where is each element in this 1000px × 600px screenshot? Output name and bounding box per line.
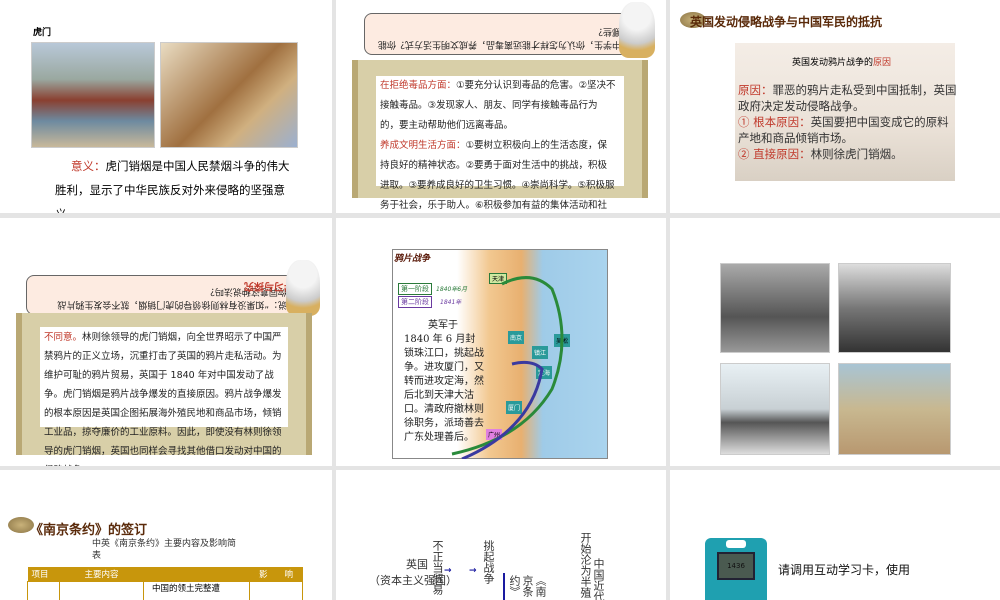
node-unfair-trade: 不正当贸易 xyxy=(431,540,444,595)
treaty-table: 项目 主要内容 影 响 中国的领土完整遭 xyxy=(27,567,303,600)
arrow-icon: → xyxy=(469,566,477,576)
drug-label: 在拒绝毒品方面： xyxy=(380,80,457,91)
photo-burning-opium-painting xyxy=(160,42,298,148)
node-britain: 英国 xyxy=(406,558,428,571)
col-content: 主要内容 xyxy=(84,569,119,580)
slide-heading: 英国发动侵略战争与中国军民的抵抗 xyxy=(690,15,883,29)
direct-cause-text: 林则徐虎门销烟。 xyxy=(810,147,903,161)
root-cause-label: ① 根本原因： xyxy=(738,115,811,129)
slide-thumbnail-3[interactable]: 英国发动侵略战争与中国军民的抵抗 英国发动鸦片战争的原因 原因：罪恶的鸦片走私受… xyxy=(670,0,1000,213)
slide-thumbnail-1[interactable]: 虎门销烟 意义：虎门销烟是中国人民禁烟斗争的伟大胜利，显示了中华民族反对外来侵略… xyxy=(0,0,332,213)
node-start-war: 挑起战争 xyxy=(482,540,495,584)
direct-cause-label: ② 直接原因： xyxy=(738,147,811,161)
thinker-figure-icon xyxy=(286,260,320,316)
bracket-line xyxy=(503,573,505,600)
photo-naval-battle xyxy=(838,263,951,353)
node-modern-china: 中国近代 xyxy=(592,558,605,600)
subtitle: 英国发动鸦片战争的 xyxy=(792,58,874,68)
photo-fort xyxy=(838,363,951,455)
subtitle-red: 原因 xyxy=(873,58,892,68)
node-semi-colonial: 开始沦为半殖 xyxy=(579,532,592,598)
slide-thumbnail-6[interactable] xyxy=(670,218,1000,466)
slide-thumbnail-8[interactable]: 英国 （资本主义强国） 不正当贸易 → → 挑起战争 《南京条约》 开始沦为半殖… xyxy=(336,470,666,600)
photo-treaty-signing xyxy=(720,263,830,353)
answer-label: 不同意。 xyxy=(44,332,83,343)
map-description: 英军于 1840 年 6 月封锁珠江口，挑起战争。进攻厦门，又转而进攻定海，然后… xyxy=(404,320,484,443)
slide-thumbnail-9[interactable]: 1436 请调用互动学习卡，使用 xyxy=(670,470,1000,600)
slide-thumbnail-5[interactable]: 鸦片战争 第一阶段 1840年6月 第二阶段 1841年 天津 南京 镇江 吴淞… xyxy=(336,218,666,466)
col-impact: 影 响 xyxy=(258,569,293,580)
instruction-text: 请调用互动学习卡，使用 xyxy=(778,563,911,577)
slide-thumbnail-4[interactable]: 有人说：“如果没有林则徐领导的虎门销烟，就不会发生鸦片战争。”你同意这种说法吗？… xyxy=(0,218,332,466)
table-cell: 中国的领土完整遭 xyxy=(143,580,250,600)
question-bubble: 作为中学生，你认为怎样才能远离毒品，养成文明生活方式？你能做到哪些？ xyxy=(364,13,650,55)
interactive-card-device-icon: 1436 xyxy=(705,538,767,600)
meaning-label: 意义： xyxy=(71,159,106,173)
photo-cannon xyxy=(720,363,830,455)
thinker-figure-icon xyxy=(619,2,655,58)
reason-label: 原因： xyxy=(738,83,773,97)
life-label: 养成文明生活方面： xyxy=(380,140,466,151)
col-item: 项目 xyxy=(31,569,49,580)
table-caption: 中英《南京条约》主要内容及影响简表 xyxy=(92,539,237,561)
slide-heading: 《南京条约》的签订 xyxy=(30,523,148,538)
slide-thumbnail-2[interactable]: 作为中学生，你认为怎样才能远离毒品，养成文明生活方式？你能做到哪些？ 在拒绝毒品… xyxy=(336,0,666,213)
answer-text: 林则徐领导的虎门销烟，向全世界昭示了中国严禁鸦片的正义立场，沉重打击了英国的鸦片… xyxy=(44,332,282,466)
arrow-icon: → xyxy=(444,566,452,576)
slide-thumbnail-7[interactable]: 《南京条约》的签订 中英《南京条约》主要内容及影响简表 项目 主要内容 影 响 … xyxy=(0,470,332,600)
device-screen: 1436 xyxy=(717,552,755,580)
node-nanjing-treaty: 《南京条约》 xyxy=(508,575,547,597)
photo-troops xyxy=(31,42,155,148)
